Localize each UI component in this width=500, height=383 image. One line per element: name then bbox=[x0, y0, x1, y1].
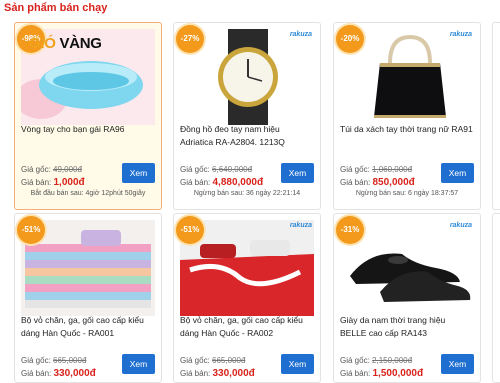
countdown-text: Ngừng bán sau: 6 ngày 18:37:57 bbox=[355, 190, 459, 197]
product-card[interactable]: -98% GIÓ VÀNG Vòng tay cho bạn gái RA96 … bbox=[14, 22, 162, 210]
countdown-text: Bắt đầu bán sau: 4giờ 12phút 50giây bbox=[30, 190, 146, 197]
brand-logo: rakuza bbox=[289, 31, 312, 38]
product-card-partial[interactable] bbox=[492, 22, 500, 210]
original-price: Giá gốc: 2,150,000đ bbox=[340, 356, 413, 365]
original-price: Giá gốc: 665,000đ bbox=[180, 356, 246, 365]
view-button[interactable]: Xem bbox=[122, 163, 155, 183]
sale-price: Giá bán: 330,000đ bbox=[21, 368, 96, 379]
gio-vang-logo: GIÓ VÀNG bbox=[29, 35, 102, 52]
original-price: Giá gốc: 6,640,000đ bbox=[180, 165, 253, 174]
discount-badge: -20% bbox=[336, 25, 364, 53]
sale-price: Giá bán: 4,880,000đ bbox=[180, 177, 264, 188]
brand-logo: rakuza bbox=[449, 222, 472, 229]
view-button[interactable]: Xem bbox=[281, 163, 314, 183]
view-button[interactable]: Xem bbox=[441, 354, 474, 374]
view-button[interactable]: Xem bbox=[441, 163, 474, 183]
product-name[interactable]: Giày da nam thời trang hiệu BELLE cao cấ… bbox=[340, 314, 474, 340]
product-name[interactable]: Đồng hồ đeo tay nam hiệu Adriatica RA-A2… bbox=[180, 123, 314, 149]
countdown-text: Ngừng bán sau: 36 ngày 22:21:14 bbox=[193, 190, 301, 197]
discount-badge: -51% bbox=[17, 216, 45, 244]
product-card[interactable]: -20% rakuza Túi da xách tay thời trang n… bbox=[333, 22, 481, 210]
product-card[interactable]: -27% rakuza Đồng hồ đeo tay nam hiệu Adr… bbox=[173, 22, 321, 210]
discount-badge: -31% bbox=[336, 216, 364, 244]
product-card[interactable]: -31% rakuza Giày da nam thời trang hiệu … bbox=[333, 213, 481, 383]
product-card[interactable]: -51% Bộ vỏ chăn, ga, gối cao cấp kiểu dá… bbox=[14, 213, 162, 383]
product-card-partial[interactable] bbox=[492, 213, 500, 383]
view-button[interactable]: Xem bbox=[281, 354, 314, 374]
sale-price: Giá bán: 850,000đ bbox=[340, 177, 415, 188]
original-price: Giá gốc: 49,000đ bbox=[21, 165, 82, 174]
brand-logo: rakuza bbox=[289, 222, 312, 229]
sale-price: Giá bán: 330,000đ bbox=[180, 368, 255, 379]
discount-badge: -27% bbox=[176, 25, 204, 53]
brand-logo: rakuza bbox=[449, 31, 472, 38]
product-name[interactable]: Vòng tay cho bạn gái RA96 bbox=[21, 123, 155, 136]
discount-badge: -51% bbox=[176, 216, 204, 244]
product-name[interactable]: Bộ vỏ chăn, ga, gối cao cấp kiểu dáng Hà… bbox=[180, 314, 314, 340]
original-price: Giá gốc: 665,000đ bbox=[21, 356, 87, 365]
sale-price: Giá bán: 1,500,000đ bbox=[340, 368, 424, 379]
original-price: Giá gốc: 1,060,000đ bbox=[340, 165, 413, 174]
view-button[interactable]: Xem bbox=[122, 354, 155, 374]
product-name[interactable]: Bộ vỏ chăn, ga, gối cao cấp kiểu dáng Hà… bbox=[21, 314, 155, 340]
sale-price: Giá bán: 1,000đ bbox=[21, 177, 85, 188]
section-title: Sản phẩm bán chạy bbox=[4, 2, 108, 14]
product-name[interactable]: Túi da xách tay thời trang nữ RA91 bbox=[340, 123, 474, 136]
product-card[interactable]: -51% rakuza Bộ vỏ chăn, ga, gối cao cấp … bbox=[173, 213, 321, 383]
